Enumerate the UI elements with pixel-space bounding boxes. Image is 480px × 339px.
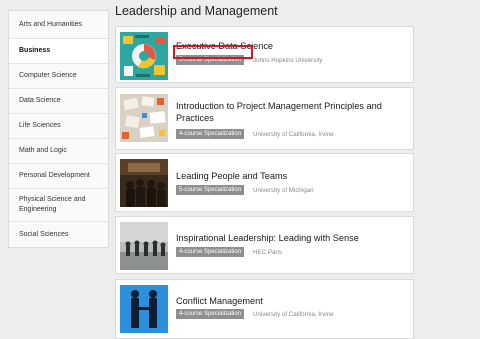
highlight-box <box>173 45 253 59</box>
data-science-illustration-icon <box>120 32 168 80</box>
course-card-conflict-management[interactable]: Conflict Management 4-course Specializat… <box>115 279 414 339</box>
partner-name: Johns Hopkins University <box>253 56 323 64</box>
course-title[interactable]: Conflict Management <box>176 295 408 307</box>
course-card-project-management[interactable]: Introduction to Project Management Princ… <box>115 87 414 150</box>
course-meta: 5-course Specialization · University of … <box>176 185 314 195</box>
specialization-badge: 4-course Specialization <box>176 247 245 257</box>
crowd-silhouette-photo-icon <box>120 222 168 270</box>
category-sidebar: Arts and Humanities Business Computer Sc… <box>8 10 109 248</box>
sidebar-item-math-and-logic[interactable]: Math and Logic <box>9 139 108 164</box>
page-title: Leadership and Management <box>115 4 278 18</box>
sidebar-item-personal-development[interactable]: Personal Development <box>9 164 108 189</box>
course-thumbnail[interactable] <box>120 285 168 333</box>
course-title[interactable]: Leading People and Teams <box>176 170 408 182</box>
conference-photo-icon <box>120 159 168 207</box>
project-planning-photo-icon <box>120 94 168 142</box>
course-thumbnail[interactable] <box>120 32 168 80</box>
sidebar-item-computer-science[interactable]: Computer Science <box>9 64 108 89</box>
course-thumbnail[interactable] <box>120 222 168 270</box>
sidebar-item-business[interactable]: Business <box>9 39 108 64</box>
course-card-executive-data-science[interactable]: Executive Data Science 5-course Speciali… <box>115 26 414 83</box>
partner-name: HEC Paris <box>253 248 282 256</box>
sidebar-item-arts-and-humanities[interactable]: Arts and Humanities <box>9 11 108 39</box>
meta-separator: · <box>248 187 251 193</box>
meta-separator: · <box>248 311 251 317</box>
course-meta: 4-course Specialization · University of … <box>176 309 334 319</box>
course-card-inspirational-leadership[interactable]: Inspirational Leadership: Leading with S… <box>115 216 414 274</box>
course-card-leading-people-and-teams[interactable]: Leading People and Teams 5-course Specia… <box>115 153 414 212</box>
course-meta: 4-course Specialization · HEC Paris <box>176 247 282 257</box>
partner-name: University of California, Irvine <box>253 130 334 138</box>
course-thumbnail[interactable] <box>120 94 168 142</box>
sidebar-item-data-science[interactable]: Data Science <box>9 89 108 114</box>
meta-separator: · <box>248 249 251 255</box>
course-title[interactable]: Inspirational Leadership: Leading with S… <box>176 232 408 244</box>
specialization-badge: 4-course Specialization <box>176 129 245 139</box>
handshake-silhouette-photo-icon <box>120 285 168 333</box>
sidebar-item-physical-science-and-engineering[interactable]: Physical Science and Engineering <box>9 189 108 222</box>
sidebar-item-life-sciences[interactable]: Life Sciences <box>9 114 108 139</box>
course-meta: 4-course Specialization · University of … <box>176 129 334 139</box>
course-thumbnail[interactable] <box>120 159 168 207</box>
specialization-badge: 5-course Specialization <box>176 185 245 195</box>
partner-name: University of California, Irvine <box>253 310 334 318</box>
meta-separator: · <box>248 131 251 137</box>
partner-name: University of Michigan <box>253 186 314 194</box>
course-title[interactable]: Introduction to Project Management Princ… <box>176 100 408 124</box>
sidebar-item-social-sciences[interactable]: Social Sciences <box>9 222 108 247</box>
specialization-badge: 4-course Specialization <box>176 309 245 319</box>
